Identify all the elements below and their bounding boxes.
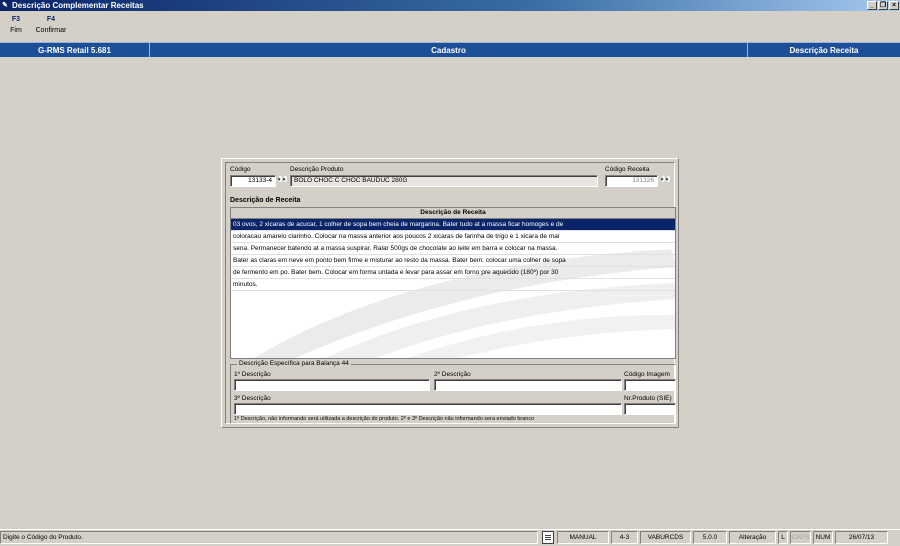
binoculars-icon[interactable]: 👀: [660, 175, 671, 186]
status-operation: Alteração: [729, 531, 776, 544]
status-caps: CAPS: [790, 531, 811, 544]
codigo-receita-input[interactable]: 131326: [605, 175, 658, 187]
fim-key: F3: [11, 16, 21, 23]
info-bar: G-RMS Retail 5.681 Cadastro Descrição Re…: [0, 42, 900, 57]
recipe-grid-header: Descrição de Receita: [231, 208, 675, 219]
recipe-line-row[interactable]: 03 ovos, 2 xicaras de acucar, 1 colher d…: [231, 219, 675, 231]
nr-produto-input[interactable]: [624, 403, 676, 415]
binoculars-icon[interactable]: 👀: [277, 175, 288, 186]
status-num: NUM: [813, 531, 833, 544]
function-key-toolbar: F3 Fim F4 Confirmar: [0, 14, 70, 40]
close-icon[interactable]: ×: [889, 1, 899, 10]
system-name: G-RMS Retail 5.681: [0, 43, 150, 57]
recipe-line-row[interactable]: sena. Permanecer batendo at a massa susp…: [231, 243, 675, 255]
recipe-section-title: Descrição de Receita: [230, 197, 301, 204]
status-mode: MANUAL: [557, 531, 609, 544]
recipe-form-inner: Código 13133-4 👀 Descrição Produto BOLO …: [225, 162, 676, 424]
recipe-line-row[interactable]: coloracao amarelo clarinho. Colocar na m…: [231, 231, 675, 243]
descricao-produto-label: Descrição Produto: [290, 166, 344, 173]
balanca-groupbox: Descrição Específica para Balança 44 1º …: [230, 360, 676, 424]
status-version: 5.0.0: [693, 531, 727, 544]
codigo-receita-label: Código Receita: [605, 166, 650, 173]
fim-label: Fim: [10, 27, 22, 34]
status-message: Digite o Código do Produto.: [0, 531, 538, 544]
confirmar-label: Confirmar: [35, 27, 67, 34]
window-title-bar[interactable]: ✎ Descrição Complementar Receitas _ ❐ ×: [0, 0, 900, 11]
desc1-label: 1º Descrição: [234, 371, 271, 378]
desc3-input[interactable]: [234, 403, 622, 415]
recipe-form-panel: Código 13133-4 👀 Descrição Produto BOLO …: [221, 158, 679, 428]
codigo-label: Código: [230, 166, 251, 173]
recipe-lines: 03 ovos, 2 xicaras de acucar, 1 colher d…: [231, 219, 675, 291]
window-title: Descrição Complementar Receitas: [12, 1, 144, 10]
restore-icon[interactable]: ❐: [878, 1, 888, 10]
status-code: 4-3: [611, 531, 638, 544]
desc2-input[interactable]: [434, 379, 622, 391]
module-name: Cadastro: [150, 43, 748, 57]
desc1-input[interactable]: [234, 379, 430, 391]
codigo-imagem-input[interactable]: [624, 379, 676, 391]
document-icon: [542, 531, 554, 544]
recipe-line-row[interactable]: de fermento em po. Bater bem. Colocar em…: [231, 267, 675, 279]
confirmar-key: F4: [46, 16, 56, 23]
minimize-icon[interactable]: _: [867, 1, 877, 10]
fim-button[interactable]: F3 Fim: [0, 14, 32, 40]
balanca-group-title: Descrição Específica para Balança 44: [237, 360, 351, 368]
status-bar: Digite o Código do Produto. MANUAL 4-3 V…: [0, 529, 900, 544]
app-icon: ✎: [2, 2, 8, 9]
codigo-input[interactable]: 13133-4: [230, 175, 276, 187]
screen-name: Descrição Receita: [789, 46, 859, 55]
recipe-line-row[interactable]: minutos.: [231, 279, 675, 291]
desc2-label: 2º Descrição: [434, 371, 471, 378]
window-controls: _ ❐ ×: [867, 1, 899, 10]
recipe-line-row[interactable]: Bater as claras em neve em ponto bem fir…: [231, 255, 675, 267]
status-user: VABURCDS: [640, 531, 691, 544]
confirmar-button[interactable]: F4 Confirmar: [32, 14, 70, 40]
nr-produto-label: Nr.Produto (SIE): [624, 395, 672, 402]
descricao-produto-field[interactable]: BOLO CHOC C CHOC BAUDUC 280G: [290, 175, 598, 187]
status-date: 26/07/13: [835, 531, 888, 544]
codigo-imagem-label: Código Imagem: [624, 371, 670, 378]
desc3-label: 3º Descrição: [234, 395, 271, 402]
balanca-note: 1º Descrição, não informando será utiliz…: [234, 416, 535, 422]
status-l: L: [778, 531, 788, 544]
recipe-grid[interactable]: Descrição de Receita 03 ovos, 2 xicaras …: [230, 207, 676, 359]
